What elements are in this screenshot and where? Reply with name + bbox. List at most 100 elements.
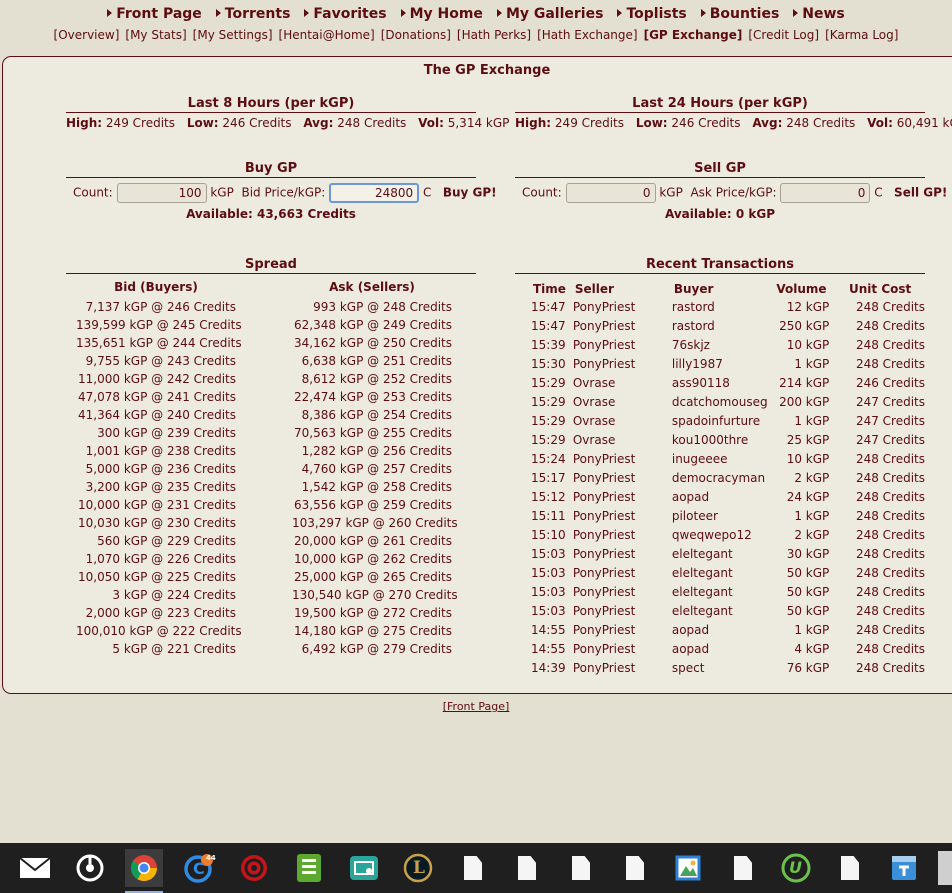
volume-cell: 12 kGP (786, 299, 830, 314)
document-icon[interactable] (562, 849, 600, 887)
ask-row: 20,000 kGP @ 261 Credits (294, 534, 452, 548)
table-row: 15:03 PonyPriest eleltegant 50 kGP 248 Credi… (531, 601, 925, 620)
seller-cell: PonyPriest (572, 546, 636, 561)
document-icon[interactable] (508, 849, 546, 887)
spread-section: Spread Bid (Buyers) 7,137 kGP @ 246 Cred… (66, 257, 476, 677)
nav-front-page[interactable]: Front Page (107, 6, 202, 22)
image-editor-icon[interactable] (669, 849, 707, 887)
buy-gp-button[interactable]: Buy GP! (443, 186, 497, 200)
vol-label: Vol: (867, 116, 893, 130)
ask-row: 62,348 kGP @ 249 Credits (294, 318, 452, 332)
sell-count-input[interactable] (565, 183, 656, 203)
teal-app-icon[interactable] (345, 849, 383, 887)
bid-price-input[interactable] (329, 183, 420, 203)
circle-target-icon[interactable] (71, 849, 109, 887)
subnav-karma-log[interactable]: [Karma Log] (825, 28, 898, 42)
ask-column: Ask (Sellers) 993 kGP @ 248 Credits 62,34… (292, 280, 458, 658)
volume-cell: 50 kGP (786, 603, 830, 618)
ask-row: 1,542 kGP @ 258 Credits (301, 480, 452, 494)
footer-front-page-link[interactable]: [Front Page] (443, 700, 510, 713)
nav-toplists[interactable]: Toplists (617, 6, 687, 22)
unit-cost-cell: 248 Credits (855, 451, 925, 466)
triangle-right-icon (793, 9, 799, 17)
high-label: High: (515, 116, 552, 130)
high-value: 249 Credits (105, 116, 175, 130)
time-cell: 15:24 (531, 451, 566, 466)
subnav-overview[interactable]: [Overview] (54, 28, 120, 42)
column-header: Buyer (673, 282, 714, 296)
nav-bounties[interactable]: Bounties (700, 6, 779, 22)
sell-gp-button[interactable]: Sell GP! (894, 186, 947, 200)
unit-cost-cell: 247 Credits (855, 413, 925, 428)
document-icon[interactable] (831, 849, 869, 887)
buyer-cell: democracyman (671, 470, 766, 485)
sell-available: Available: 0 kGP (664, 207, 776, 221)
red-game-icon[interactable] (235, 849, 273, 887)
triangle-right-icon (107, 9, 113, 17)
buyer-cell: dcatchomouseg (671, 394, 768, 409)
u-circle-icon[interactable]: U (777, 849, 815, 887)
time-cell: 15:03 (531, 603, 566, 618)
buy-currency-label: C (422, 185, 432, 200)
blue-app-icon[interactable] (885, 849, 923, 887)
chrome-icon[interactable] (125, 849, 163, 893)
c-badge-icon[interactable]: C 44 (180, 849, 218, 887)
volume-cell: 10 kGP (786, 451, 830, 466)
buyer-cell: qweqwepo12 (671, 527, 752, 542)
time-cell: 15:11 (531, 508, 566, 523)
buyer-cell: eleltegant (671, 603, 733, 618)
sell-gp-section: Sell GP Count: kGP Ask Price/kGP: C Sell… (515, 161, 947, 221)
low-value: 246 Credits (671, 116, 741, 130)
bid-row: 100,010 kGP @ 222 Credits (76, 624, 242, 638)
subnav-my-settings[interactable]: [My Settings] (193, 28, 273, 42)
volume-cell: 24 kGP (786, 489, 830, 504)
nav-my-home[interactable]: My Home (400, 6, 483, 22)
bid-row: 47,078 kGP @ 241 Credits (78, 390, 236, 404)
buyer-cell: aopad (671, 641, 710, 656)
time-cell: 15:30 (531, 356, 566, 371)
time-cell: 15:29 (531, 394, 566, 409)
volume-cell: 1 kGP (794, 356, 830, 371)
ask-row: 1,282 kGP @ 256 Credits (301, 444, 452, 458)
time-cell: 15:03 (531, 565, 566, 580)
sell-gp-heading: Sell GP (515, 161, 925, 178)
table-row: 15:11 PonyPriest piloteer 1 kGP 248 Credits (531, 506, 925, 525)
table-row: 15:03 PonyPriest eleltegant 30 kGP 248 Credi… (531, 544, 925, 563)
subnav-hentaihome[interactable]: [Hentai@Home] (279, 28, 375, 42)
volume-cell: 4 kGP (794, 641, 830, 656)
nav-news[interactable]: News (793, 6, 845, 22)
nav-torrents[interactable]: Torrents (215, 6, 291, 22)
nav-label: Torrents (224, 6, 291, 22)
document-icon[interactable] (454, 849, 492, 887)
document-icon[interactable] (724, 849, 762, 887)
unit-cost-cell: 248 Credits (855, 527, 925, 542)
bid-row: 9,755 kGP @ 243 Credits (85, 354, 236, 368)
last-24-hours-section: Last 24 Hours (per kGP) High: 249 Credit… (515, 96, 952, 130)
subnav-gp-exchange[interactable]: [GP Exchange] (644, 28, 743, 42)
subnav-donations[interactable]: [Donations] (381, 28, 451, 42)
seller-cell: PonyPriest (572, 641, 636, 656)
subnav-credit-log[interactable]: [Credit Log] (748, 28, 819, 42)
nav-label: My Home (409, 6, 483, 22)
buyer-cell: kou1000thre (671, 432, 749, 447)
ask-price-input[interactable] (780, 183, 871, 203)
green-notes-icon[interactable] (290, 849, 328, 887)
subnav-hath-perks[interactable]: [Hath Perks] (457, 28, 531, 42)
nav-favorites[interactable]: Favorites (304, 6, 387, 22)
buy-count-input[interactable] (116, 183, 207, 203)
bid-row: 10,000 kGP @ 231 Credits (78, 498, 236, 512)
subnav-hath-exchange[interactable]: [Hath Exchange] (537, 28, 638, 42)
table-row: 15:29 Ovrase kou1000thre 25 kGP 247 Credits (531, 430, 925, 449)
ask-row: 10,000 kGP @ 262 Credits (294, 552, 452, 566)
bid-row: 7,137 kGP @ 246 Credits (85, 300, 236, 314)
league-icon[interactable]: L (399, 849, 437, 887)
mail-icon[interactable] (16, 849, 54, 887)
avg-label: Avg: (303, 116, 334, 130)
nav-my-galleries[interactable]: My Galleries (496, 6, 603, 22)
subnav-my-stats[interactable]: [My Stats] (125, 28, 186, 42)
bid-row: 3,200 kGP @ 235 Credits (85, 480, 236, 494)
bid-price-label: Bid Price/kGP: (241, 185, 326, 200)
last-24-hours-stats: High: 249 Credits Low: 246 Credits Avg: … (515, 116, 952, 130)
document-icon[interactable] (616, 849, 654, 887)
bid-row: 135,651 kGP @ 244 Credits (76, 336, 242, 350)
